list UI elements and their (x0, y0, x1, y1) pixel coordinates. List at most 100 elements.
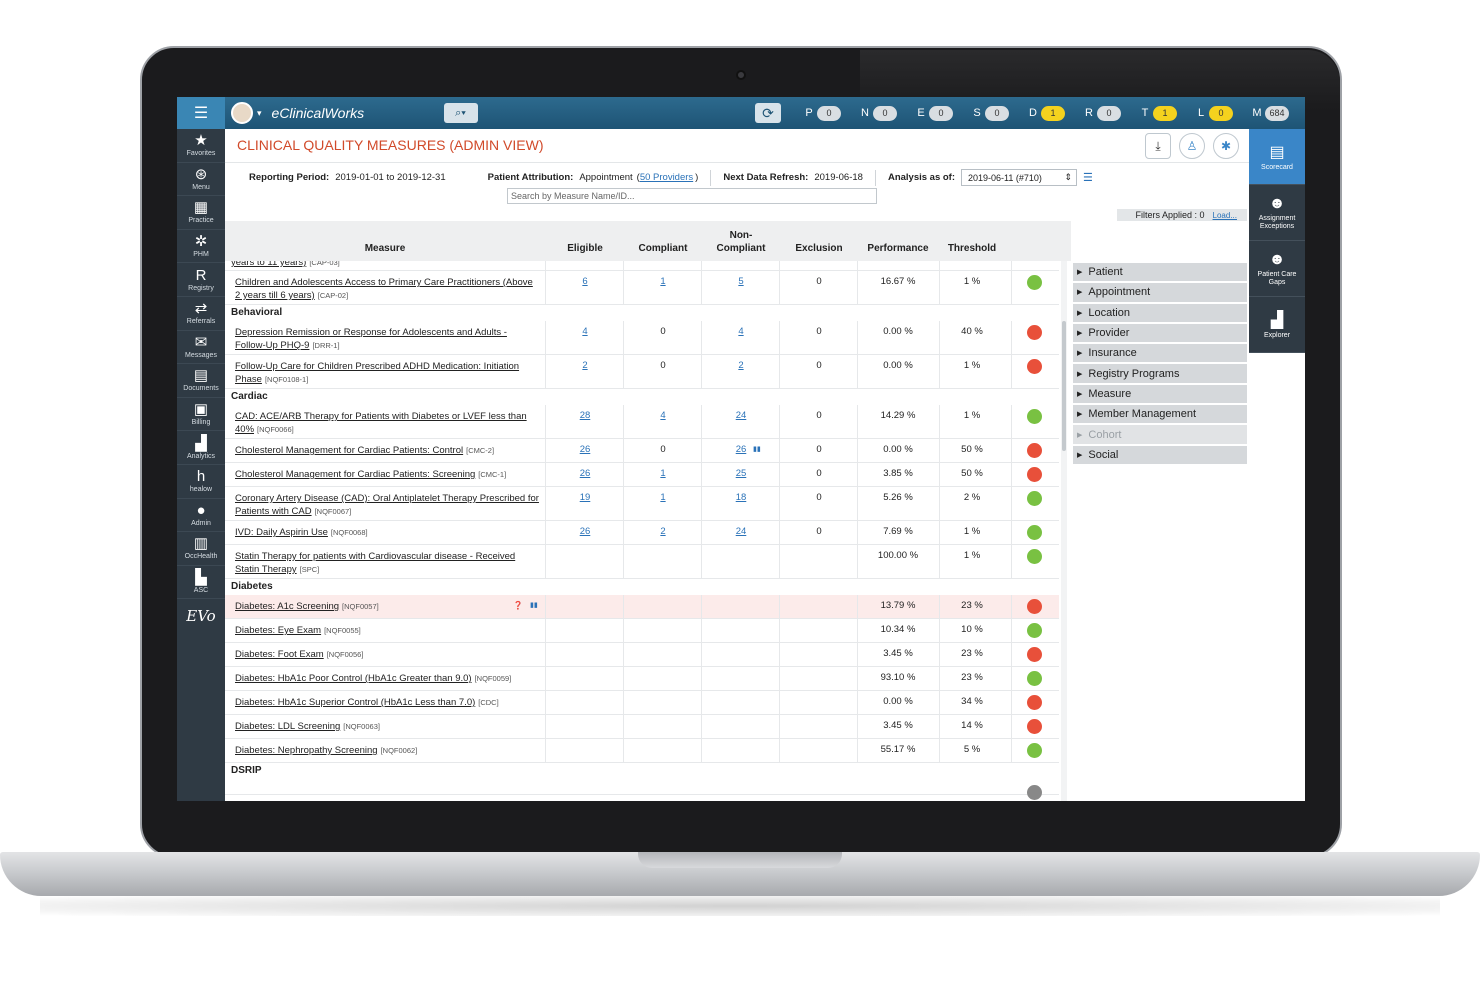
cell-noncompliant[interactable]: 26 (701, 444, 781, 455)
sidebar-item-documents[interactable]: ▤ Documents (177, 364, 225, 398)
facet-registry-programs[interactable]: ▶ Registry Programs (1073, 364, 1247, 383)
counter-p[interactable]: P0 (801, 105, 857, 121)
measure-name-text[interactable]: Diabetes: A1c Screening (235, 601, 339, 612)
counter-m[interactable]: M 684 (1249, 105, 1305, 121)
body-icon[interactable]: ♙ (1179, 133, 1205, 159)
evo-logo[interactable]: EVo (177, 607, 225, 625)
counter-t[interactable]: T1 (1137, 105, 1193, 121)
measure-search-input[interactable]: Search by Measure Name/ID... (507, 188, 877, 204)
right-nav-scorecard[interactable]: ▤ Scorecard (1249, 129, 1305, 185)
load-link[interactable]: Load... (1213, 211, 1237, 220)
avatar[interactable] (231, 102, 253, 124)
measure-name-text[interactable]: Diabetes: HbA1c Superior Control (HbA1c … (235, 697, 475, 708)
cell-compliant[interactable]: 1 (623, 492, 703, 503)
cell-compliant[interactable]: 1 (623, 276, 703, 287)
table-row[interactable]: Diabetes: Nephropathy Screening [NQF0062]… (225, 739, 1059, 763)
measure-name[interactable]: Diabetes: Eye Exam [NQF0055] (235, 624, 540, 637)
table-scrollbar[interactable] (1061, 261, 1067, 801)
column-header-2[interactable]: Compliant (623, 221, 703, 261)
facet-appointment[interactable]: ▶ Appointment (1073, 283, 1247, 302)
measure-name[interactable]: Diabetes: LDL Screening [NQF0063] (235, 720, 540, 733)
cell-noncompliant[interactable]: 5 (701, 276, 781, 287)
table-row[interactable]: Diabetes: Foot Exam [NQF0056] 3.45 % 23 % (225, 643, 1059, 667)
facet-insurance[interactable]: ▶ Insurance (1073, 344, 1247, 363)
table-row[interactable]: Cholesterol Management for Cardiac Patie… (225, 439, 1059, 463)
sidebar-item-practice[interactable]: ▦ Practice (177, 196, 225, 230)
facet-member-management[interactable]: ▶ Member Management (1073, 405, 1247, 424)
measure-name[interactable]: Depression Remission or Response for Ado… (235, 326, 540, 352)
measure-name[interactable]: Diabetes: HbA1c Superior Control (HbA1c … (235, 696, 540, 709)
cell-eligible[interactable]: 6 (545, 276, 625, 287)
hamburger-menu-icon[interactable]: ☰ (177, 97, 225, 129)
measure-name-text[interactable]: Diabetes: LDL Screening (235, 721, 340, 732)
table-row[interactable]: Diabetes: A1c Screening [NQF0057] ❓ ▮▮ 13.79… (225, 595, 1059, 619)
right-nav-assignment-exceptions[interactable]: ☻ Assignment Exceptions (1249, 185, 1305, 241)
cell-compliant[interactable]: 2 (623, 526, 703, 537)
cell-compliant[interactable]: 1 (623, 468, 703, 479)
sidebar-item-phm[interactable]: ✲ PHM (177, 230, 225, 264)
table-row[interactable]: Diabetes: HbA1c Superior Control (HbA1c … (225, 691, 1059, 715)
measure-name[interactable]: IVD: Daily Aspirin Use [NQF0068] (235, 526, 540, 539)
measure-name[interactable]: Cholesterol Management for Cardiac Patie… (235, 468, 540, 481)
chevron-down-icon[interactable]: ▾ (257, 108, 262, 119)
sidebar-item-billing[interactable]: ▣ Billing (177, 398, 225, 432)
cell-eligible[interactable]: 26 (545, 526, 625, 537)
sidebar-item-menu[interactable]: ⊛ Menu (177, 163, 225, 197)
cell-noncompliant[interactable]: 4 (701, 326, 781, 337)
table-row[interactable]: Statin Therapy for patients with Cardiov… (225, 545, 1059, 579)
counter-e[interactable]: E0 (913, 105, 969, 121)
bar-chart-icon[interactable]: ▮▮ (530, 601, 538, 609)
counter-r[interactable]: R0 (1081, 105, 1137, 121)
measure-name-text[interactable]: Depression Remission or Response for Ado… (235, 327, 507, 351)
measure-name[interactable]: Diabetes: A1c Screening [NQF0057] (235, 600, 540, 613)
table-row[interactable]: CAD: ACE/ARB Therapy for Patients with D… (225, 405, 1059, 439)
measure-name-text[interactable]: Coronary Artery Disease (CAD): Oral Anti… (235, 493, 539, 517)
help-icon[interactable]: ❓ (513, 601, 523, 610)
facet-location[interactable]: ▶ Location (1073, 303, 1247, 322)
measure-name[interactable]: CAD: ACE/ARB Therapy for Patients with D… (235, 410, 540, 436)
measure-name[interactable]: Diabetes: HbA1c Poor Control (HbA1c Grea… (235, 672, 540, 685)
cell-eligible[interactable]: 19 (545, 492, 625, 503)
table-row[interactable]: Coronary Artery Disease (CAD): Oral Anti… (225, 487, 1059, 521)
measure-name[interactable]: Statin Therapy for patients with Cardiov… (235, 550, 540, 576)
measure-name-text[interactable]: Cholesterol Management for Cardiac Patie… (235, 469, 475, 480)
cell-noncompliant[interactable]: 2 (701, 360, 781, 371)
table-row[interactable]: Diabetes: HbA1c Poor Control (HbA1c Grea… (225, 667, 1059, 691)
counter-d[interactable]: D1 (1025, 105, 1081, 121)
sidebar-item-registry[interactable]: R Registry (177, 263, 225, 297)
measure-name[interactable]: years to 11 years) [CAP-03] (231, 261, 536, 269)
cell-eligible[interactable]: 26 (545, 444, 625, 455)
cell-noncompliant[interactable]: 24 (701, 526, 781, 537)
providers-link[interactable]: 50 Providers (640, 172, 693, 183)
column-header-3[interactable]: Non- Compliant (701, 221, 781, 261)
sidebar-item-asc[interactable]: ▙ ASC (177, 566, 225, 600)
counter-s[interactable]: S0 (969, 105, 1025, 121)
facet-social[interactable]: ▶ Social (1073, 445, 1247, 464)
sidebar-item-analytics[interactable]: ▟ Analytics (177, 431, 225, 465)
column-header-6[interactable]: Threshold (939, 221, 1005, 261)
sidebar-item-favorites[interactable]: ★ Favorites (177, 129, 225, 163)
measure-name-text[interactable]: Cholesterol Management for Cardiac Patie… (235, 445, 463, 456)
right-nav-patient-care-gaps[interactable]: ☻ Patient Care Gaps (1249, 241, 1305, 297)
cell-eligible[interactable]: 2 (545, 360, 625, 371)
cell-eligible[interactable]: 4 (545, 326, 625, 337)
cell-noncompliant[interactable]: 25 (701, 468, 781, 479)
table-row[interactable]: Cholesterol Management for Cardiac Patie… (225, 463, 1059, 487)
facet-patient[interactable]: ▶ Patient (1073, 263, 1247, 282)
measure-name[interactable]: Diabetes: Foot Exam [NQF0056] (235, 648, 540, 661)
scroll-thumb[interactable] (1062, 321, 1066, 451)
column-header-1[interactable]: Eligible (545, 221, 625, 261)
right-nav-explorer[interactable]: ▟ Explorer (1249, 297, 1305, 353)
refresh-icon[interactable]: ⟳ (755, 103, 781, 123)
table-row[interactable]: Diabetes: LDL Screening [NQF0063] 3.45 % 14… (225, 715, 1059, 739)
measure-name-text[interactable]: Diabetes: HbA1c Poor Control (HbA1c Grea… (235, 673, 472, 684)
patient-search-button[interactable]: ⌕▾ (443, 103, 478, 123)
sidebar-item-referrals[interactable]: ⇄ Referrals (177, 297, 225, 331)
measure-name-text[interactable]: Diabetes: Foot Exam (235, 649, 324, 660)
measure-name-text[interactable]: IVD: Daily Aspirin Use (235, 527, 328, 538)
table-row[interactable]: Diabetes: Eye Exam [NQF0055] 10.34 % 10 % (225, 619, 1059, 643)
cell-eligible[interactable]: 26 (545, 468, 625, 479)
analysis-select[interactable]: 2019-06-11 (#710) ⇕ (961, 169, 1078, 186)
measure-name[interactable]: Cholesterol Management for Cardiac Patie… (235, 444, 540, 457)
measure-name-text[interactable]: years to 11 years) (231, 261, 306, 268)
